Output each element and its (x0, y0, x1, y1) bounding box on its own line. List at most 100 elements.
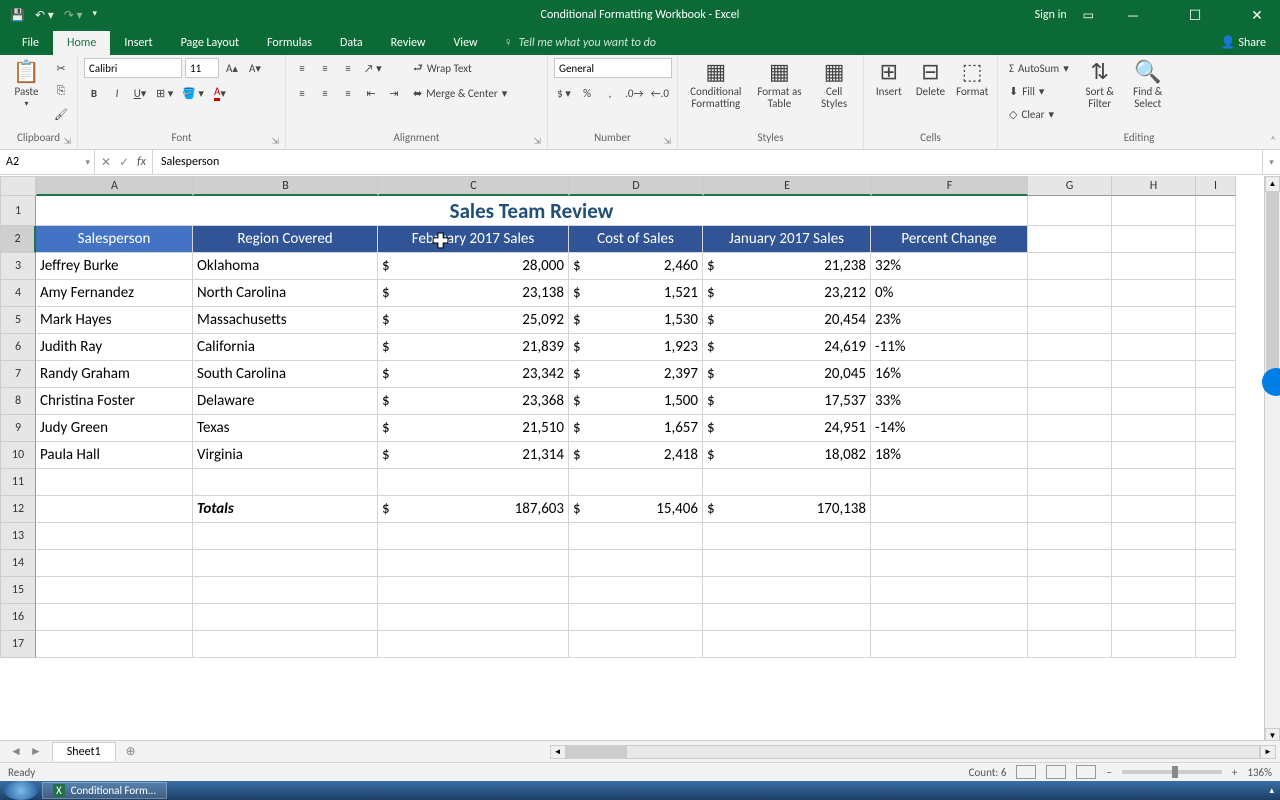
expand-formula-icon[interactable]: ▾ (1262, 150, 1280, 174)
header-cell[interactable]: February 2017 Sales (378, 226, 569, 253)
increase-decimal-button[interactable]: .0→ (623, 83, 646, 103)
name-box[interactable]: A2 (0, 150, 95, 174)
cut-button[interactable]: ✂ (51, 58, 71, 78)
undo-icon[interactable]: ↶ ▾ (35, 8, 54, 23)
shrink-font-button[interactable]: A▾ (245, 58, 265, 78)
row-header-8[interactable]: 8 (0, 388, 36, 415)
underline-button[interactable]: U ▾ (130, 83, 150, 103)
alignment-launcher-icon[interactable]: ⇲ (533, 136, 541, 147)
header-cell[interactable]: Region Covered (193, 226, 378, 253)
row-header-17[interactable]: 17 (0, 631, 36, 658)
tellme-search[interactable]: Tell me what you want to do (492, 30, 668, 55)
maximize-button[interactable]: ☐ (1172, 0, 1218, 30)
row-header-9[interactable]: 9 (0, 415, 36, 442)
spreadsheet-grid[interactable]: ABCDEFGHI 1234567891011121314151617 ✚ Sa… (0, 176, 1264, 744)
redo-icon[interactable]: ↷ ▾ (64, 8, 83, 23)
tab-review[interactable]: Review (377, 31, 440, 55)
tab-home[interactable]: Home (53, 31, 110, 55)
tab-file[interactable]: File (8, 31, 53, 55)
font-name-combo[interactable] (84, 58, 182, 78)
scroll-right-icon[interactable]: ► (1260, 745, 1276, 759)
header-cell[interactable]: January 2017 Sales (703, 226, 871, 253)
format-as-table-button[interactable]: ▦Format as Table (752, 58, 808, 112)
save-icon[interactable]: 💾 (10, 8, 25, 23)
row-header-4[interactable]: 4 (0, 280, 36, 307)
clear-button[interactable]: ◇ Clear ▾ (1004, 104, 1074, 124)
header-cell[interactable]: Cost of Sales (569, 226, 703, 253)
fill-color-button[interactable]: 🪣 ▾ (179, 83, 207, 103)
grow-font-button[interactable]: A▴ (222, 58, 242, 78)
title-cell[interactable]: Sales Team Review (36, 196, 1028, 226)
row-header-6[interactable]: 6 (0, 334, 36, 361)
view-normal-icon[interactable] (1016, 765, 1036, 779)
orientation-button[interactable]: ↗ ▾ (361, 58, 385, 78)
clipboard-launcher-icon[interactable]: ⇲ (63, 136, 71, 147)
row-header-11[interactable]: 11 (0, 469, 36, 496)
find-select-button[interactable]: 🔍Find & Select (1126, 58, 1170, 112)
view-layout-icon[interactable] (1046, 765, 1066, 779)
number-format-combo[interactable] (554, 58, 672, 78)
row-header-7[interactable]: 7 (0, 361, 36, 388)
col-header-C[interactable]: C (378, 176, 569, 196)
taskbar-app-excel[interactable]: XConditional Form... (42, 782, 167, 799)
formula-input[interactable]: Salesperson (153, 150, 1262, 174)
view-pagebreak-icon[interactable] (1076, 765, 1096, 779)
cancel-formula-icon[interactable]: ✕ (101, 155, 111, 170)
outdent-button[interactable]: ⇤ (361, 83, 381, 103)
font-size-combo[interactable] (185, 58, 219, 78)
zoom-level[interactable]: 136% (1247, 766, 1272, 779)
header-cell[interactable]: Percent Change (871, 226, 1028, 253)
system-tray[interactable]: ▴ (1269, 785, 1274, 796)
tab-formulas[interactable]: Formulas (253, 31, 326, 55)
row-header-5[interactable]: 5 (0, 307, 36, 334)
font-launcher-icon[interactable]: ⇲ (271, 136, 279, 147)
currency-button[interactable]: $ ▾ (554, 83, 574, 103)
row-header-1[interactable]: 1 (0, 196, 36, 226)
row-header-16[interactable]: 16 (0, 604, 36, 631)
col-header-H[interactable]: H (1112, 176, 1196, 196)
sort-filter-button[interactable]: ⇅Sort & Filter (1078, 58, 1122, 112)
select-all-button[interactable] (0, 176, 36, 196)
decrease-decimal-button[interactable]: ←.0 (649, 83, 672, 103)
scroll-up-icon[interactable]: ▲ (1265, 176, 1280, 192)
share-button[interactable]: 👤 Share (1207, 30, 1280, 55)
italic-button[interactable]: I (107, 83, 127, 103)
row-header-12[interactable]: 12 (0, 496, 36, 523)
sheet-tab-1[interactable]: Sheet1 (52, 742, 116, 761)
col-header-F[interactable]: F (871, 176, 1028, 196)
tab-view[interactable]: View (440, 31, 492, 55)
enter-formula-icon[interactable]: ✓ (119, 155, 129, 170)
merge-center-button[interactable]: ⬌ Merge & Center ▾ (408, 83, 512, 103)
delete-cells-button[interactable]: ⊟Delete (912, 58, 950, 100)
start-button[interactable] (4, 781, 38, 800)
row-header-2[interactable]: 2 (0, 226, 36, 253)
close-button[interactable]: ✕ (1234, 0, 1280, 30)
col-header-I[interactable]: I (1196, 176, 1236, 196)
insert-cells-button[interactable]: ⊞Insert (870, 58, 908, 100)
sheet-nav-prev-icon[interactable]: ◄ (10, 744, 22, 759)
col-header-E[interactable]: E (703, 176, 871, 196)
indent-button[interactable]: ⇥ (384, 83, 404, 103)
format-cells-button[interactable]: ⬚Format (953, 58, 991, 100)
col-header-B[interactable]: B (193, 176, 378, 196)
row-header-3[interactable]: 3 (0, 253, 36, 280)
ribbon-options-icon[interactable]: ▭ (1083, 8, 1094, 23)
horizontal-scrollbar[interactable]: ◄ ► (546, 745, 1280, 759)
qat-more-icon[interactable]: ▾ (93, 8, 98, 23)
col-header-G[interactable]: G (1028, 176, 1112, 196)
font-color-button[interactable]: A ▾ (210, 83, 230, 103)
row-header-10[interactable]: 10 (0, 442, 36, 469)
align-right-button[interactable]: ≡ (338, 83, 358, 103)
align-bottom-button[interactable]: ≡ (338, 58, 358, 78)
col-header-A[interactable]: A (36, 176, 193, 196)
align-middle-button[interactable]: ≡ (315, 58, 335, 78)
format-painter-button[interactable]: 🖌 (51, 104, 71, 124)
collapse-ribbon-icon[interactable]: ˄ (1270, 134, 1276, 147)
tab-insert[interactable]: Insert (110, 31, 166, 55)
row-header-15[interactable]: 15 (0, 577, 36, 604)
row-header-14[interactable]: 14 (0, 550, 36, 577)
border-button[interactable]: ⊞ ▾ (153, 83, 176, 103)
header-cell[interactable]: Salesperson (36, 226, 193, 253)
fx-icon[interactable]: fx (137, 155, 146, 169)
tab-pagelayout[interactable]: Page Layout (167, 31, 253, 55)
